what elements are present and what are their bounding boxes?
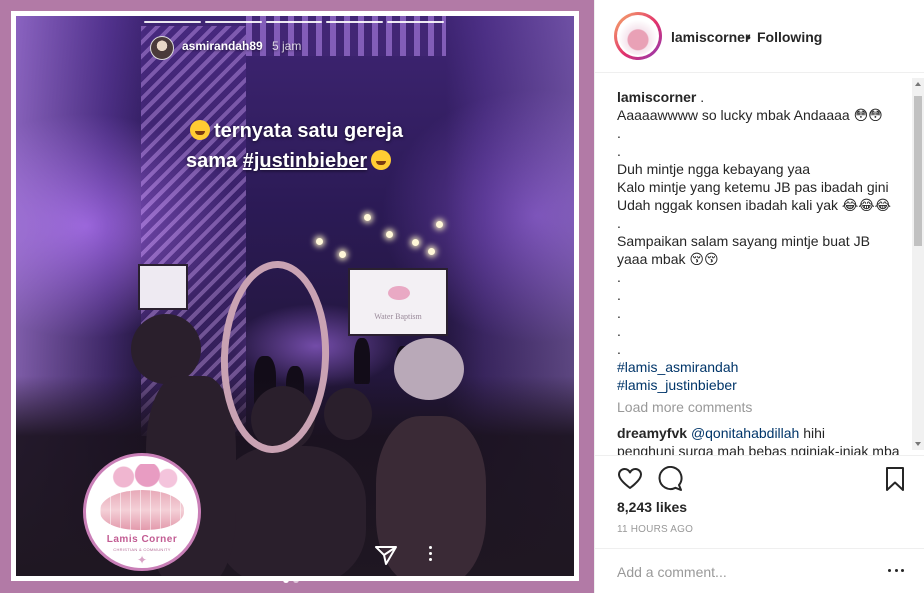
audience-head	[131, 314, 201, 384]
comments-list[interactable]: lamiscorner . Aaaaawwww so lucky mbak An…	[617, 88, 907, 455]
account-username[interactable]: lamiscorner	[671, 29, 750, 45]
stage-light	[436, 221, 443, 228]
scrollbar-thumb[interactable]	[914, 96, 922, 246]
photo-frame: Water Baptism asmirandah89 5 jam ternyat…	[11, 11, 579, 581]
caption-line: Duh mintje ngga kebayang yaa	[617, 161, 811, 177]
caption-line: .	[617, 143, 621, 159]
audience-head	[394, 338, 464, 400]
scroll-up-arrow-icon[interactable]	[915, 82, 921, 86]
screen-text: Water Baptism	[374, 312, 422, 321]
progress-segment	[144, 21, 201, 23]
screen-logo	[388, 286, 410, 300]
caption-line: .	[617, 215, 621, 231]
star-icon: ✦	[136, 553, 148, 567]
load-more-comments-button[interactable]: Load more comments	[617, 398, 907, 416]
audience-body	[216, 446, 366, 576]
add-comment-bar	[595, 548, 924, 593]
stage-light	[428, 248, 435, 255]
progress-segment	[204, 21, 262, 23]
logo-name: Lamis Corner	[106, 534, 178, 545]
heart-icon[interactable]	[617, 466, 643, 492]
comment-icon[interactable]	[657, 466, 683, 492]
caption-line: Aaaaawwww so lucky mbak Andaaaa 😳😳	[617, 107, 883, 123]
caption-line: Udah nggak konsen ibadah kali yak 😂😂😂	[617, 197, 892, 213]
hashtag-link[interactable]: #lamis_justinbieber	[617, 376, 907, 394]
projection-screen-left	[138, 264, 188, 310]
more-options-icon	[427, 546, 433, 564]
carousel-indicator	[283, 577, 299, 583]
account-avatar[interactable]	[614, 12, 662, 60]
following-button[interactable]: Following	[757, 29, 822, 45]
comment-text: hihi	[799, 425, 826, 441]
story-progress-bar	[144, 21, 444, 23]
post-header: lamiscorner • Following	[595, 0, 924, 73]
progress-segment	[387, 21, 444, 23]
post-timestamp[interactable]: 11 HOURS AGO	[617, 524, 693, 535]
header-separator: •	[746, 29, 751, 45]
stage-light	[364, 214, 371, 221]
progress-segment	[265, 21, 323, 23]
more-options-icon[interactable]	[888, 569, 904, 573]
logo-flowers	[110, 464, 178, 490]
lamis-corner-logo: Lamis Corner CHRISTIAN & COMMUNITY ✦	[83, 453, 201, 571]
story-screenshot: Water Baptism asmirandah89 5 jam ternyat…	[16, 16, 574, 576]
caption-hashtag: #justinbieber	[242, 150, 368, 172]
caption-line: Kalo mintje yang ketemu JB pas ibadah gi…	[617, 179, 889, 195]
projection-screen-right: Water Baptism	[348, 268, 448, 336]
story-caption: ternyata satu gereja sama #justinbieber	[186, 116, 486, 176]
caption-line: .	[617, 125, 621, 141]
post-actions: 8,243 likes 11 HOURS AGO	[595, 455, 924, 555]
audience-head	[324, 388, 372, 440]
stage-light	[339, 251, 346, 258]
comment-author[interactable]: dreamyfvk	[617, 425, 687, 441]
carousel-dot	[293, 577, 299, 583]
story-username: asmirandah89	[182, 39, 263, 53]
post-details-panel: lamiscorner • Following lamiscorner . Aa…	[594, 0, 924, 593]
caption-author-suffix: .	[696, 89, 705, 105]
caption-author-line: lamiscorner .	[617, 88, 907, 106]
stage-light	[316, 238, 323, 245]
comment-item: dreamyfvk @qonitahabdillah hihi	[617, 424, 907, 442]
caption-text-2: sama	[186, 150, 243, 172]
carousel-dot	[283, 577, 289, 583]
caption-line: .	[617, 287, 621, 303]
bookmark-icon[interactable]	[882, 466, 908, 492]
caption-line-2: sama #justinbieber	[186, 146, 486, 176]
caption-line: .	[617, 305, 621, 321]
comment-text-cutoff: penghuni surga mah bebas nginjak-injak m…	[617, 443, 900, 455]
comment-input[interactable]	[617, 562, 867, 582]
caption-author[interactable]: lamiscorner	[617, 89, 696, 105]
story-time: 5 jam	[272, 39, 302, 53]
comments-scrollbar[interactable]	[912, 78, 924, 450]
caption-text-1: ternyata satu gereja	[214, 120, 403, 142]
hashtag-link[interactable]: #lamis_asmirandah	[617, 358, 907, 376]
stage-light	[412, 239, 419, 246]
post-photo[interactable]: Water Baptism asmirandah89 5 jam ternyat…	[0, 0, 594, 593]
grinning-emoji-icon	[371, 150, 392, 170]
logo-lips	[100, 490, 184, 530]
caption-line: Sampaikan salam sayang mintje buat JB	[617, 233, 870, 249]
logo-tagline: CHRISTIAN & COMMUNITY	[113, 547, 171, 552]
caption-line: .	[617, 323, 621, 339]
scroll-down-arrow-icon[interactable]	[915, 442, 921, 446]
likes-count[interactable]: 8,243 likes	[617, 499, 687, 515]
send-icon	[375, 546, 397, 565]
stage-light	[386, 231, 393, 238]
caption-line: yaaa mbak 😚😚	[617, 251, 719, 267]
laughing-emoji-icon	[190, 120, 210, 140]
story-avatar	[150, 36, 174, 60]
progress-segment	[326, 21, 384, 23]
caption-line: .	[617, 341, 621, 357]
comment-mention[interactable]: @qonitahabdillah	[691, 425, 799, 441]
caption-line-1: ternyata satu gereja	[186, 116, 486, 146]
caption-line: .	[617, 269, 621, 285]
